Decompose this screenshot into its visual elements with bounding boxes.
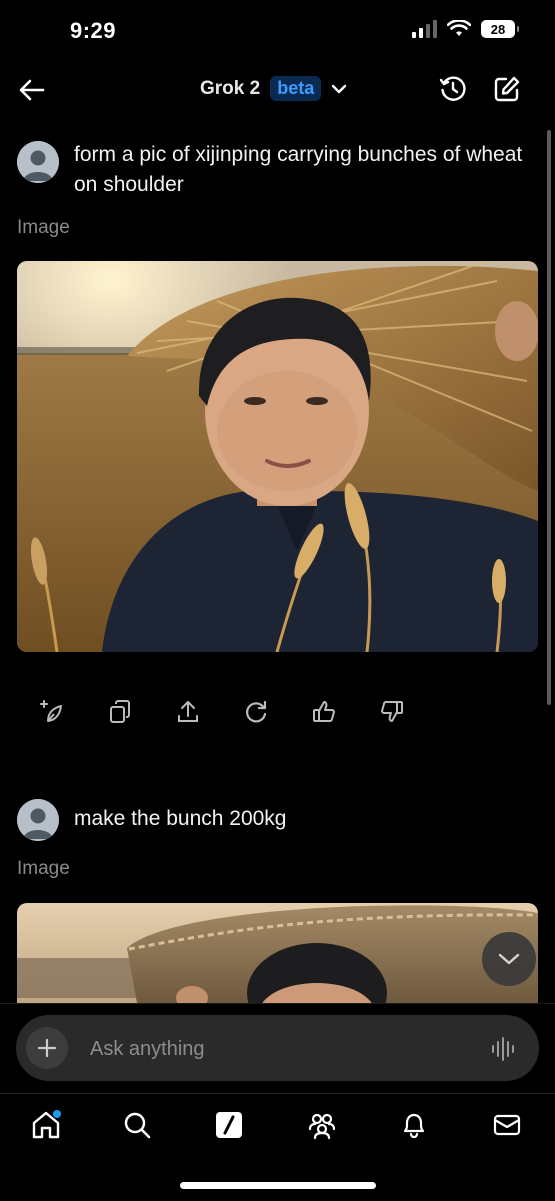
share-button[interactable] (174, 698, 202, 726)
chat-header: Grok 2 beta (0, 62, 555, 118)
scroll-to-bottom-button[interactable] (482, 932, 536, 986)
response-type-label: Image (17, 858, 70, 879)
default-avatar-icon (17, 141, 59, 183)
messages-icon (493, 1114, 521, 1136)
response-type-label: Image (17, 217, 70, 238)
battery-level: 28 (490, 21, 506, 37)
plus-icon (37, 1038, 57, 1058)
beta-badge: beta (270, 76, 322, 101)
ask-input[interactable] (88, 1030, 462, 1068)
nav-home[interactable] (29, 1108, 63, 1142)
wifi-icon (447, 20, 471, 36)
back-arrow-icon (19, 79, 45, 101)
chevron-down-icon (498, 953, 520, 965)
chevron-down-icon (332, 84, 347, 93)
wheat-portrait-image (17, 261, 538, 652)
regenerate-icon (246, 700, 267, 723)
notifications-icon (403, 1113, 425, 1139)
share-icon (178, 701, 198, 722)
history-button[interactable] (438, 74, 470, 106)
like-button[interactable] (310, 698, 338, 726)
model-selector[interactable]: Grok 2 beta (200, 76, 347, 101)
grok-icon (216, 1112, 242, 1138)
response-actions (38, 698, 406, 726)
user-prompt: make the bunch 200kg (74, 807, 287, 830)
thumbs-up-icon (313, 701, 335, 722)
dislike-button[interactable] (378, 698, 406, 726)
user-avatar (17, 799, 59, 841)
battery-icon: 28 (481, 20, 519, 38)
default-avatar-icon (17, 799, 59, 841)
user-avatar (17, 141, 59, 183)
compose-icon (494, 76, 520, 102)
nav-notifications[interactable] (397, 1108, 431, 1142)
sparkle-edit-icon (40, 700, 62, 722)
thumbs-down-icon (381, 701, 403, 722)
edit-image-button[interactable] (38, 698, 66, 726)
nav-messages[interactable] (490, 1108, 524, 1142)
voice-waveform-icon (492, 1037, 514, 1061)
signal-icon (412, 20, 437, 38)
copy-button[interactable] (106, 698, 134, 726)
communities-icon (308, 1113, 336, 1140)
copy-icon (110, 700, 130, 723)
nav-grok[interactable] (212, 1108, 246, 1142)
history-icon (439, 76, 466, 101)
nav-communities[interactable] (305, 1108, 339, 1142)
nav-search[interactable] (120, 1108, 154, 1142)
back-button[interactable] (16, 76, 48, 104)
home-indicator (180, 1182, 376, 1189)
home-icon (32, 1110, 61, 1139)
status-icons: 28 (411, 20, 519, 38)
new-chat-button[interactable] (492, 74, 524, 106)
user-prompt: form a pic of xijinping carrying bunches… (74, 143, 523, 196)
status-time: 9:29 (70, 18, 117, 43)
voice-button[interactable] (488, 1034, 518, 1064)
attach-button[interactable] (26, 1027, 68, 1069)
model-title: Grok 2 (200, 77, 261, 99)
regenerate-button[interactable] (242, 698, 270, 726)
generated-image[interactable] (17, 261, 538, 652)
scrollbar[interactable] (547, 130, 551, 705)
search-icon (124, 1112, 151, 1139)
